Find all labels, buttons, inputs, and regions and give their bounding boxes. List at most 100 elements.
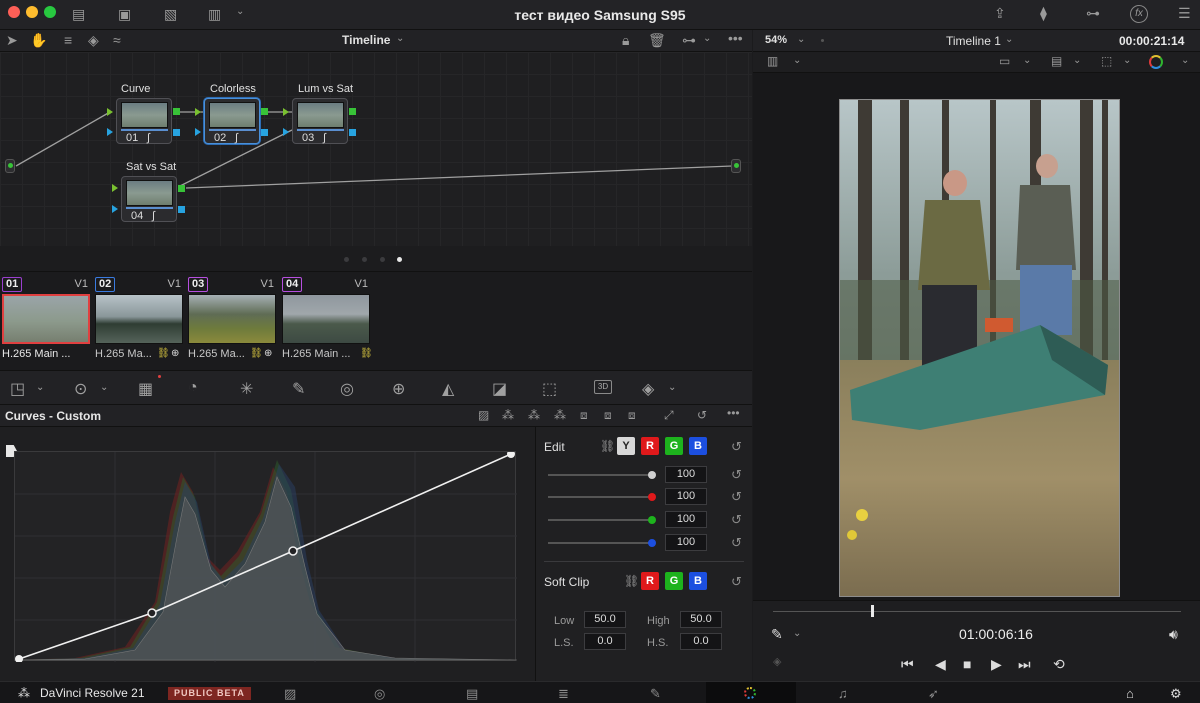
curves-icon[interactable]: ▦ [138,379,153,399]
color-management-icon[interactable] [1149,55,1163,69]
channel-g-button[interactable]: G [665,437,683,455]
curve-point[interactable] [147,608,157,618]
chevron-down-icon[interactable]: ⌄ [668,382,676,393]
cut-page-icon[interactable]: ◎ [374,686,385,702]
high-value[interactable]: 50.0 [680,611,722,628]
skip-to-end-icon[interactable]: ⏭︎ [1018,657,1031,671]
channel-y-button[interactable]: Y [617,437,635,455]
video-frame[interactable] [839,99,1120,597]
curve-point[interactable] [288,546,298,556]
hand-icon[interactable]: ✋ [30,33,47,47]
chevron-down-icon[interactable]: ⌄ [703,34,711,44]
deliver-page-icon[interactable]: ➶ [928,686,939,702]
fairlight-page-icon[interactable]: ♫ [838,686,848,701]
curve-point[interactable] [507,450,515,458]
intensity-b-value[interactable]: 100 [665,534,707,551]
page-dot[interactable] [362,257,367,262]
eyedropper-icon[interactable]: ✎ [292,379,305,399]
skip-to-start-icon[interactable]: ⏮︎ [901,657,914,671]
camera-raw-icon[interactable]: ◳ [10,379,25,399]
timeline-name[interactable]: Timeline 1 [946,34,1001,48]
luts-icon[interactable]: ▥ [208,7,221,21]
eyedropper-icon[interactable]: ✎ [771,627,783,641]
page-dot-active[interactable] [397,257,402,262]
slider-handle[interactable] [648,516,656,524]
effects-fx-icon[interactable]: fx [1130,5,1148,23]
slider-handle[interactable] [648,493,656,501]
hdr-icon[interactable]: ▤ [1051,55,1062,67]
clip-thumbnails-icon[interactable]: ▣ [118,7,131,21]
slider-handle[interactable] [648,471,656,479]
softclip-g-button[interactable]: G [665,572,683,590]
motion-effects-icon[interactable]: ◈ [642,379,654,399]
chevron-down-icon[interactable]: ⌄ [793,56,801,66]
play-icon[interactable]: ▶︎ [991,657,1002,671]
hue-vs-sat-icon[interactable]: ⁂ [528,409,540,421]
intensity-y-value[interactable]: 100 [665,466,707,483]
share-icon[interactable]: ⇪ [994,6,1006,20]
zoom-window-button[interactable] [44,6,56,18]
safe-area-icon[interactable]: ▭ [999,55,1010,67]
gear-icon[interactable]: ⚙︎ [1170,686,1182,702]
channel-b-button[interactable]: B [689,437,707,455]
channel-r-button[interactable]: R [641,437,659,455]
reset-icon[interactable]: ↺ [697,409,707,421]
more-options-icon[interactable]: ••• [728,31,743,45]
trash-icon[interactable]: 🗑︎ [648,33,666,47]
link-icon[interactable]: ⛓︎ [600,440,615,452]
softclip-b-button[interactable]: B [689,572,707,590]
blur-icon[interactable]: ◭ [442,379,454,399]
color-page-icon[interactable] [744,687,756,699]
reset-icon[interactable]: ↺ [731,574,742,590]
slider-handle[interactable] [648,539,656,547]
media-page-icon[interactable]: ▨ [284,686,296,702]
node-03[interactable]: 03 ∫ [292,98,348,144]
node-01[interactable]: 01 ∫ [116,98,172,144]
node-tree-icon[interactable]: ⊶ [1086,6,1100,20]
stop-icon[interactable]: ■ [963,657,971,671]
key-icon[interactable]: ◪ [492,379,507,399]
chevron-down-icon[interactable]: ⌄ [36,382,44,393]
intensity-slider-b[interactable] [548,542,654,544]
zoom-level[interactable]: 54% [765,34,787,46]
chevron-down-icon[interactable]: ⌄ [793,629,801,639]
sizing-icon[interactable]: ⬚ [542,379,557,399]
chevron-down-icon[interactable]: ⌄ [1005,35,1013,45]
page-dot[interactable] [380,257,385,262]
gallery-icon[interactable]: ▧ [164,7,177,21]
connect-icon[interactable]: ≈ [113,33,121,47]
intensity-slider-y[interactable] [548,474,654,476]
node-graph[interactable]: Curve 01 ∫ Colorless 02 ∫ Lum vs Sat 03 … [0,52,752,246]
chevron-down-icon[interactable]: ⌄ [1023,56,1031,66]
curve-graph[interactable] [14,450,518,663]
chevron-down-icon[interactable]: ⌄ [797,35,805,45]
media-pool-icon[interactable]: ▤ [72,7,85,21]
more-options-icon[interactable]: ••• [727,407,740,419]
low-value[interactable]: 50.0 [584,611,626,628]
intensity-g-value[interactable]: 100 [665,511,707,528]
tracker-icon[interactable]: ⊕ [392,379,405,399]
node-04[interactable]: 04 ∫ [121,176,177,222]
close-window-button[interactable] [8,6,20,18]
chevron-down-icon[interactable]: ⌄ [100,382,108,393]
node-graph-icon[interactable]: ⊶ [682,33,696,47]
edit-page-icon[interactable]: ▤ [466,686,478,702]
3d-icon[interactable]: 3D [594,380,612,394]
output-port[interactable] [731,159,741,173]
curve-graph-svg[interactable] [14,450,518,663]
chevron-down-icon[interactable]: ⌄ [1181,56,1189,66]
loop-icon[interactable]: ⟲ [1053,657,1065,671]
node-mode-label[interactable]: Timeline [342,33,390,47]
primaries-wheels-icon[interactable]: ⊙ [74,379,87,399]
chevron-down-icon[interactable]: ⌄ [1073,56,1081,66]
reset-icon[interactable]: ↺ [731,467,742,483]
reverse-play-icon[interactable]: ◀︎ [935,657,946,671]
curve-point[interactable] [15,655,23,663]
split-screen-icon[interactable]: ▥ [767,55,778,67]
highlight-icon[interactable]: ⬚ [1101,55,1112,67]
chevron-down-icon[interactable]: ⌄ [236,7,244,17]
volume-icon[interactable]: 🔊︎ [1169,627,1178,641]
layers-icon[interactable]: ≡ [64,33,72,47]
reset-icon[interactable]: ↺ [731,439,742,455]
chevron-down-icon[interactable]: ⌄ [396,34,404,44]
